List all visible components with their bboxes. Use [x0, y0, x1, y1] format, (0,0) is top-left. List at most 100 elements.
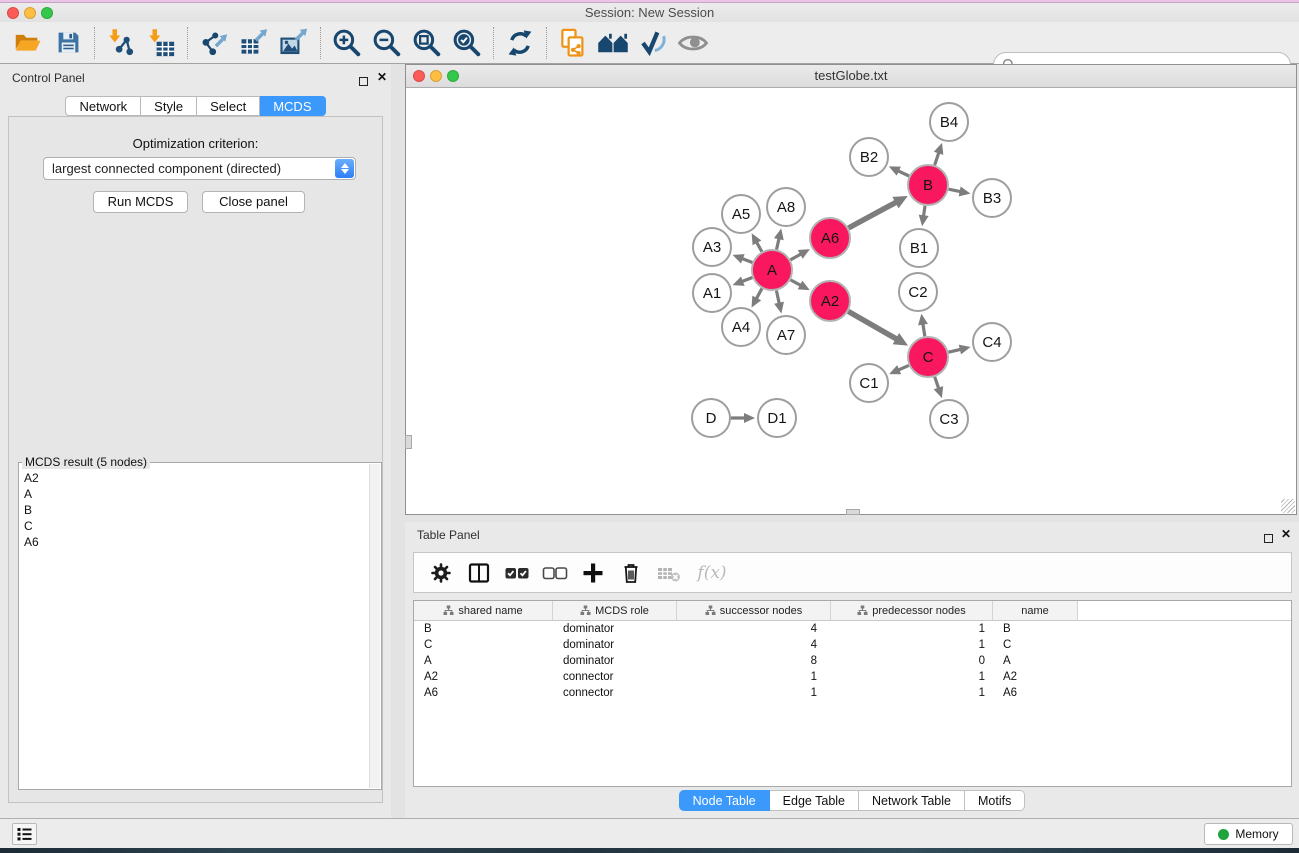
column-header-name[interactable]: name	[993, 601, 1078, 620]
mcds-result-item[interactable]: A	[24, 486, 369, 502]
graph-node-label: C3	[939, 411, 958, 428]
table-cell[interactable]: A	[993, 653, 1078, 669]
table-cell[interactable]: 1	[831, 621, 993, 637]
column-header-predecessor-nodes[interactable]: predecessor nodes	[831, 601, 993, 620]
task-history-button[interactable]	[12, 823, 37, 845]
tab-select[interactable]: Select	[197, 96, 260, 116]
mcds-result-scrollbar[interactable]	[369, 464, 380, 788]
zoom-in-icon[interactable]	[327, 24, 367, 62]
export-network-icon[interactable]	[194, 24, 234, 62]
mcds-result-item[interactable]: C	[24, 518, 369, 534]
table-cell[interactable]: B	[414, 621, 553, 637]
zoom-fit-content-icon[interactable]	[407, 24, 447, 62]
network-canvas[interactable]: A5A8A3A1A4A7AA6A2BB2B4B3B1CC2C4C1C3DD1	[406, 88, 1296, 514]
zoom-out-icon[interactable]	[367, 24, 407, 62]
graph-edge-A2-C[interactable]	[848, 311, 901, 341]
table-cell[interactable]: connector	[553, 669, 677, 685]
graph-edge-arrowhead	[934, 143, 943, 155]
table-cell[interactable]: A6	[993, 685, 1078, 701]
table-cell[interactable]: 1	[831, 685, 993, 701]
export-table-icon[interactable]	[234, 24, 274, 62]
network-minimize-button[interactable]	[430, 70, 442, 82]
tab-style[interactable]: Style	[141, 96, 197, 116]
table-row[interactable]: A2connector11A2	[414, 669, 1291, 685]
function-builder-icon[interactable]: f(x)	[690, 556, 734, 590]
mcds-result-item[interactable]: A6	[24, 534, 369, 550]
network-close-button[interactable]	[413, 70, 425, 82]
deselect-all-columns-icon[interactable]	[538, 556, 572, 590]
clone-network-icon[interactable]	[553, 24, 593, 62]
table-cell[interactable]: connector	[553, 685, 677, 701]
criterion-dropdown[interactable]: largest connected component (directed)	[43, 157, 356, 180]
table-cell[interactable]: C	[414, 637, 553, 653]
mcds-result-item[interactable]: B	[24, 502, 369, 518]
panel-bottom-handle[interactable]	[846, 509, 860, 515]
tab-network[interactable]: Network	[65, 96, 141, 116]
apply-style-icon[interactable]	[633, 24, 673, 62]
table-cell[interactable]: dominator	[553, 653, 677, 669]
tab-node-table[interactable]: Node Table	[679, 790, 770, 811]
column-header-successor-nodes[interactable]: successor nodes	[677, 601, 831, 620]
table-cell[interactable]: 1	[677, 685, 831, 701]
column-header-shared-name[interactable]: shared name	[414, 601, 553, 620]
table-cell[interactable]: dominator	[553, 637, 677, 653]
open-file-icon[interactable]	[8, 24, 48, 62]
table-cell[interactable]: 1	[677, 669, 831, 685]
delete-columns-icon[interactable]	[614, 556, 648, 590]
table-cell[interactable]: A	[414, 653, 553, 669]
export-image-icon[interactable]	[274, 24, 314, 62]
delete-table-icon[interactable]	[652, 556, 686, 590]
show-columns-icon[interactable]	[462, 556, 496, 590]
save-session-icon[interactable]	[48, 24, 88, 62]
close-panel-button[interactable]: Close panel	[202, 191, 305, 213]
add-column-icon[interactable]	[576, 556, 610, 590]
table-cell[interactable]: 8	[677, 653, 831, 669]
reset-view-icon[interactable]	[593, 24, 633, 62]
table-cell[interactable]: dominator	[553, 621, 677, 637]
resize-grip[interactable]	[1281, 499, 1295, 513]
table-cell[interactable]: A2	[993, 669, 1078, 685]
panel-left-handle[interactable]	[405, 435, 412, 449]
minimize-window-button[interactable]	[24, 7, 36, 19]
tab-edge-table[interactable]: Edge Table	[770, 790, 859, 811]
table-row[interactable]: A6connector11A6	[414, 685, 1291, 701]
table-settings-icon[interactable]	[424, 556, 458, 590]
network-zoom-button[interactable]	[447, 70, 459, 82]
tab-mcds[interactable]: MCDS	[260, 96, 325, 116]
tab-network-table[interactable]: Network Table	[859, 790, 965, 811]
close-table-panel-icon[interactable]: ✕	[1281, 529, 1291, 540]
graph-node-label: A7	[777, 327, 795, 344]
table-cell[interactable]: 4	[677, 637, 831, 653]
table-row[interactable]: Cdominator41C	[414, 637, 1291, 653]
memory-button[interactable]: Memory	[1204, 823, 1293, 845]
graph-edge-A6-B[interactable]	[848, 200, 900, 228]
select-all-columns-icon[interactable]	[500, 556, 534, 590]
table-cell[interactable]: 0	[831, 653, 993, 669]
float-panel-icon[interactable]	[359, 73, 368, 91]
table-row[interactable]: Bdominator41B	[414, 621, 1291, 637]
zoom-selected-icon[interactable]	[447, 24, 487, 62]
close-window-button[interactable]	[7, 7, 19, 19]
import-table-icon[interactable]	[141, 24, 181, 62]
graph-edge-arrowhead	[919, 215, 929, 227]
float-table-panel-icon[interactable]	[1264, 530, 1273, 548]
show-graphics-details-icon[interactable]	[673, 24, 713, 62]
table-cell[interactable]: A6	[414, 685, 553, 701]
mcds-result-box: MCDS result (5 nodes) A2ABCA6	[18, 462, 382, 790]
zoom-window-button[interactable]	[41, 7, 53, 19]
table-cell[interactable]: 1	[831, 637, 993, 653]
table-cell[interactable]: A2	[414, 669, 553, 685]
column-header-MCDS-role[interactable]: MCDS role	[553, 601, 677, 620]
table-cell[interactable]: 1	[831, 669, 993, 685]
table-cell[interactable]: C	[993, 637, 1078, 653]
mcds-result-item[interactable]: A2	[24, 470, 369, 486]
main-toolbar	[0, 22, 1299, 64]
run-mcds-button[interactable]: Run MCDS	[93, 191, 188, 213]
table-cell[interactable]: 4	[677, 621, 831, 637]
table-row[interactable]: Adominator80A	[414, 653, 1291, 669]
close-panel-icon[interactable]: ✕	[377, 72, 387, 83]
table-cell[interactable]: B	[993, 621, 1078, 637]
tab-motifs[interactable]: Motifs	[965, 790, 1025, 811]
import-network-icon[interactable]	[101, 24, 141, 62]
refresh-view-icon[interactable]	[500, 24, 540, 62]
